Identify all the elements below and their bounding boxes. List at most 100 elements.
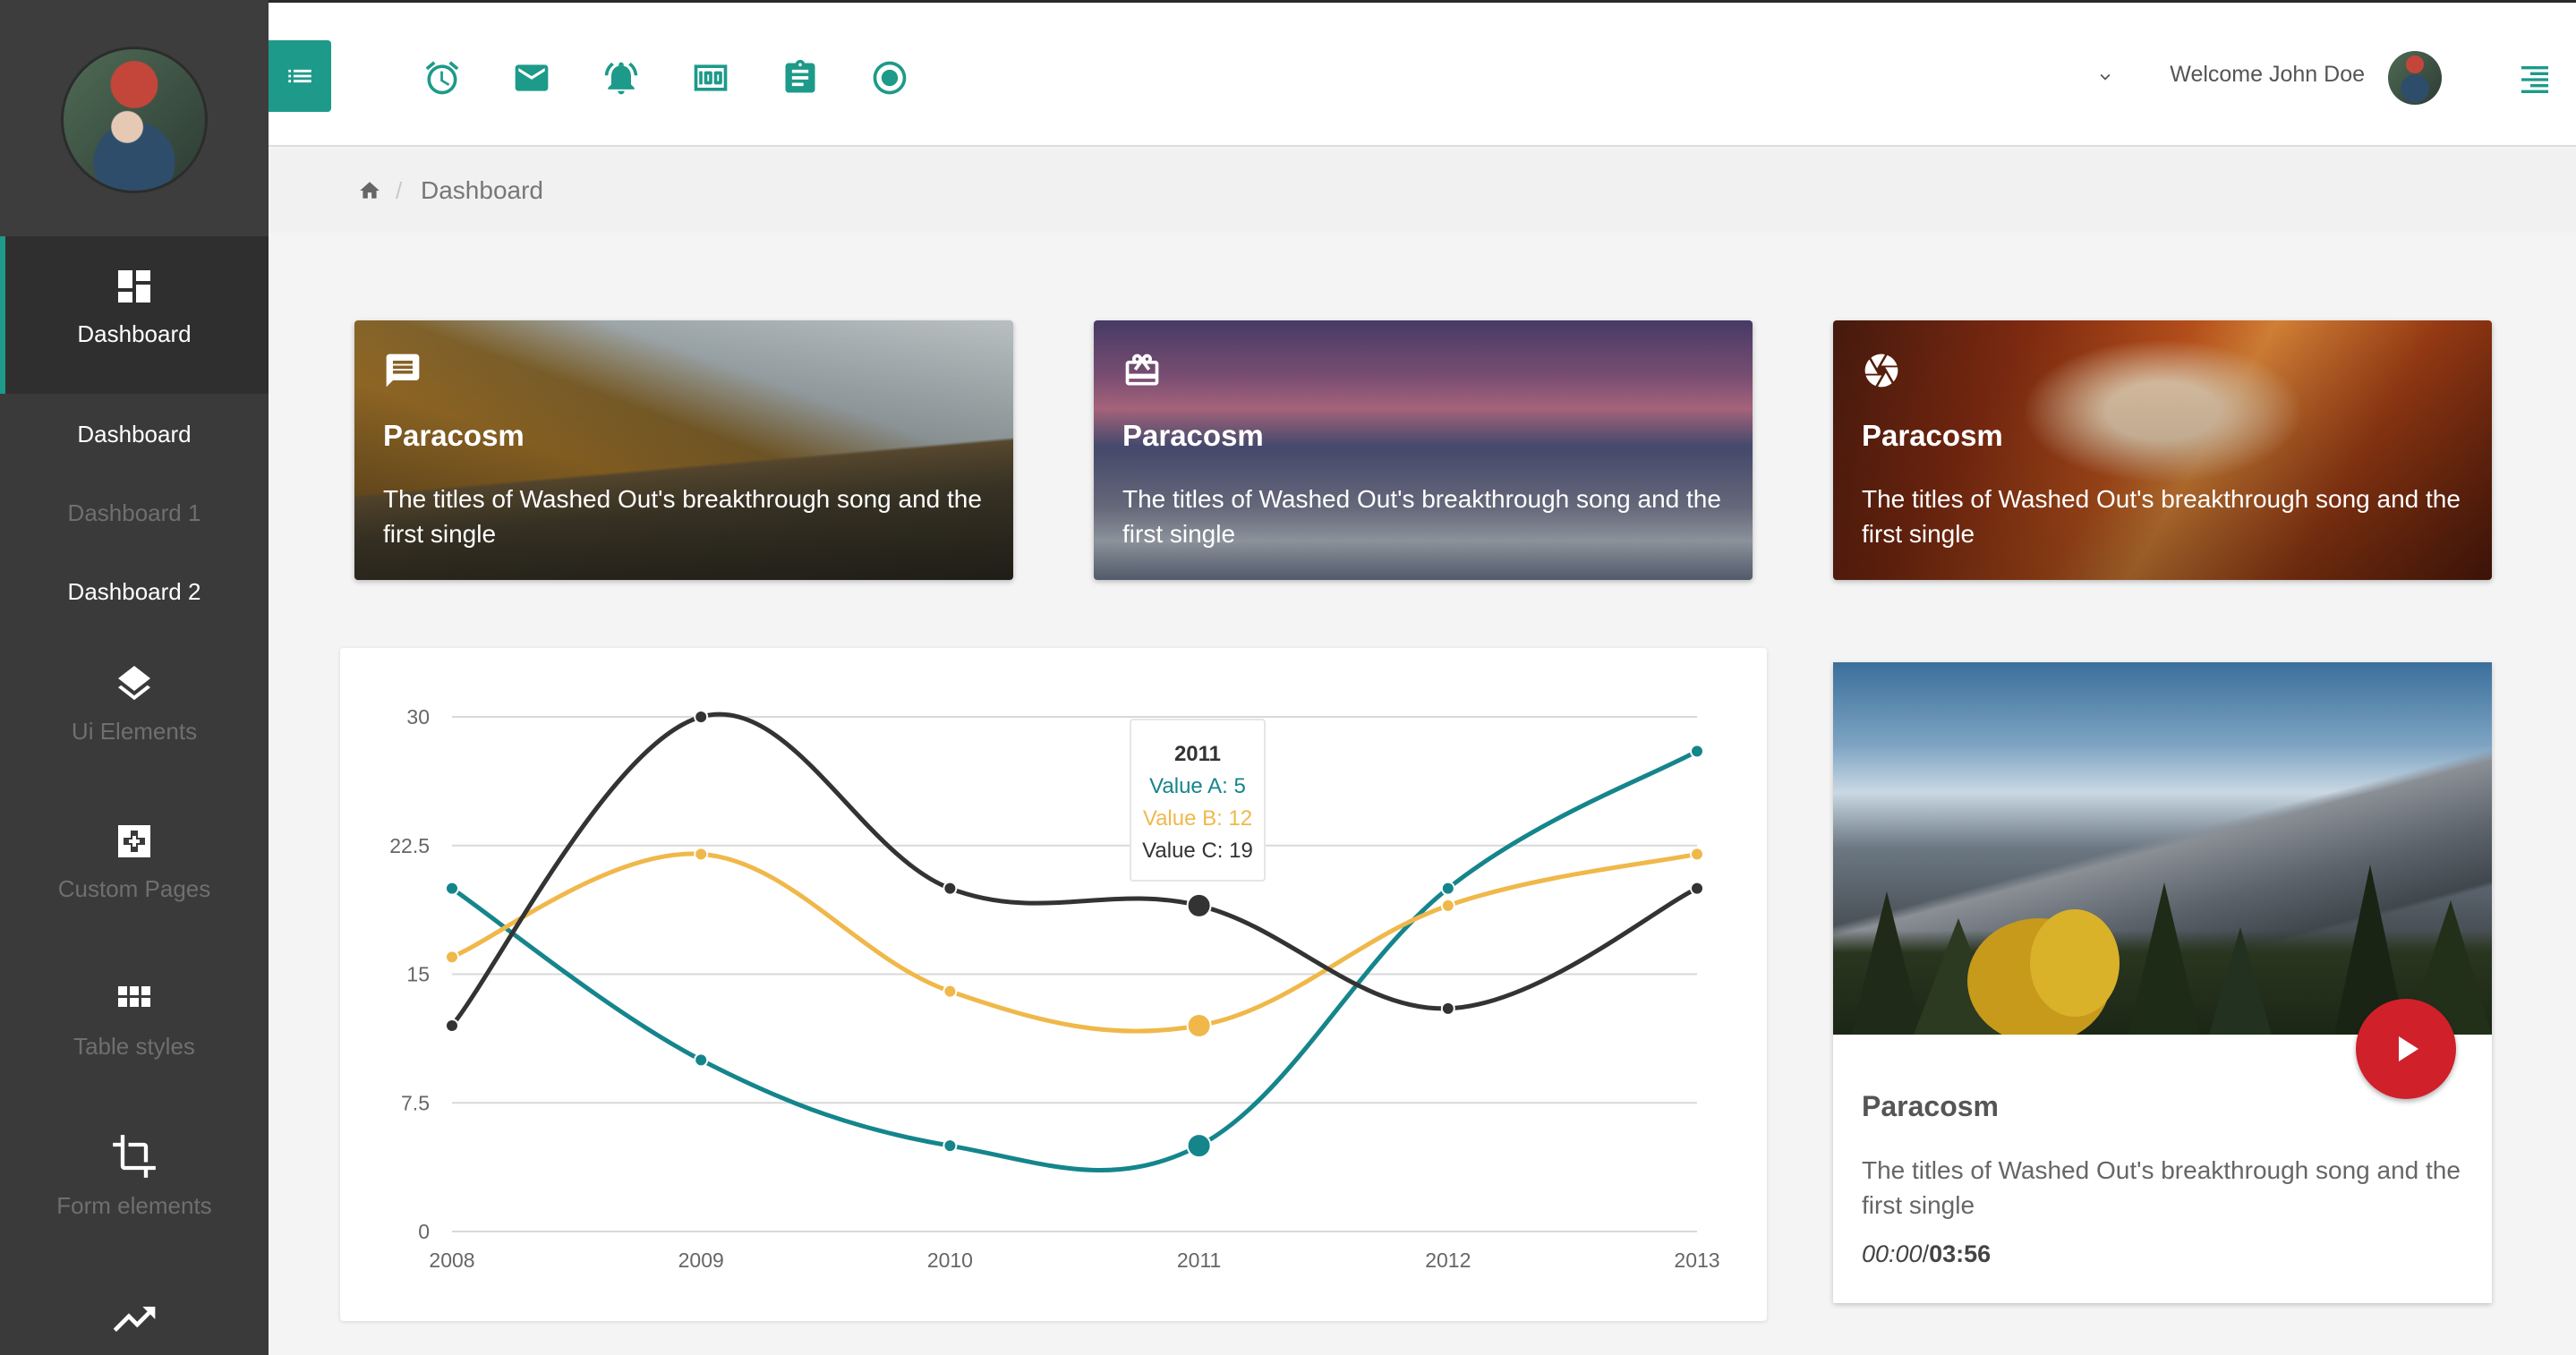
trending-up-icon [113,1307,156,1332]
breadcrumb-separator: / [396,177,403,204]
video-description: The titles of Washed Out's breakthrough … [1862,1156,2461,1219]
card-title: Paracosm [1862,419,2003,452]
crop-icon [113,1135,156,1178]
data-point [1690,847,1704,862]
x-tick-label: 2013 [1674,1248,1719,1272]
record-button[interactable] [870,58,909,98]
avatar[interactable] [61,47,208,193]
clipboard-button[interactable] [780,58,820,98]
video-time-separator: / [1922,1240,1930,1267]
data-point [943,1138,958,1154]
align-right-menu-icon[interactable] [2517,62,2553,98]
sidebar-subitem-dashboard[interactable]: Dashboard [0,421,269,448]
breadcrumb-current: Dashboard [421,176,543,204]
play-button[interactable] [2356,999,2456,1099]
y-tick-label: 30 [406,705,430,729]
card-text: The titles of Washed Out's breakthrough … [1862,485,2461,548]
home-icon[interactable] [358,179,381,202]
sidebar-subitem-dashboard-2[interactable]: Dashboard 2 [0,578,269,606]
x-tick-label: 2009 [678,1248,724,1272]
card-giftcard-icon [1125,354,1159,386]
image-card[interactable]: Paracosm The titles of Washed Out's brea… [1094,320,1753,580]
video-title: Paracosm [1862,1090,1999,1122]
avatar[interactable] [2388,51,2442,105]
x-tick-label: 2010 [927,1248,973,1272]
x-tick-label: 2011 [1177,1248,1221,1272]
series-line-2 [451,851,1698,1034]
data-point [1690,744,1704,759]
sidebar-item-dashboard[interactable]: Dashboard [0,265,269,348]
tooltip-value-b: Value B: 12 [1142,806,1253,831]
sidebar-item-label: Form elements [56,1192,212,1219]
sidebar-subitem-dashboard-1[interactable]: Dashboard 1 [0,499,269,527]
data-point [445,881,459,896]
video-time: 00:00/03:56 [1862,1240,1991,1268]
bell-icon [604,62,638,95]
series-line-1 [450,749,1699,1172]
sidebar-item-label: Table styles [73,1033,195,1060]
puzzle-icon [118,825,150,857]
breadcrumb: / Dashboard [269,149,2576,233]
data-point [1690,881,1704,896]
data-point [694,1052,709,1068]
list-icon [288,69,311,83]
tooltip-title: 2011 [1173,742,1222,766]
sidebar-item-form-elements[interactable]: Form elements [0,1133,269,1220]
x-tick-label: 2012 [1425,1248,1471,1272]
series-line-3 [450,712,1699,1027]
sidebar-item-custom-pages[interactable]: Custom Pages [0,820,269,903]
tooltip-value-c: Value C: 19 [1142,839,1253,863]
y-tick-label: 7.5 [401,1091,430,1114]
mail-icon [515,64,549,91]
data-point [445,1018,459,1033]
chart-tooltip: 2011 Value A: 5 Value B: 12 Value C: 19 [1130,719,1266,882]
y-tick-label: 22.5 [389,834,430,857]
image-card[interactable]: Paracosm The titles of Washed Out's brea… [354,320,1013,580]
record-icon [873,61,907,95]
sidebar-item-charts[interactable] [0,1294,269,1344]
data-point [445,950,459,965]
alarm-icon [425,61,459,95]
menu-toggle-button[interactable] [269,40,331,112]
y-tick-label: 0 [418,1220,430,1243]
image-card[interactable]: Paracosm The titles of Washed Out's brea… [1833,320,2492,580]
video-total-time: 03:56 [1929,1240,1992,1267]
card-title: Paracosm [1122,419,1264,452]
topbar: Welcome John Doe [269,0,2576,147]
tooltip-value-a: Value A: 5 [1149,774,1246,798]
money-button[interactable] [691,58,730,98]
sidebar-item-table-styles[interactable]: Table styles [0,977,269,1061]
sidebar-item-ui-elements[interactable]: Ui Elements [0,662,269,746]
data-point [1440,1001,1455,1016]
alarm-button[interactable] [422,58,462,98]
card-title: Paracosm [383,419,525,452]
line-chart[interactable]: 0 7.5 15 22.5 30 2008 2009 2010 2011 2012 2013 [340,648,1767,1321]
video-card: Paracosm The titles of Washed Out's brea… [1833,662,2492,1303]
grid-icon [118,986,150,1007]
chevron-down-icon[interactable] [2095,67,2115,87]
data-point [1186,1133,1212,1159]
card-text: The titles of Washed Out's breakthrough … [1122,485,1721,548]
card-text: The titles of Washed Out's breakthrough … [383,485,982,548]
sidebar: Dashboard Dashboard Dashboard 1 Dashboar… [0,0,269,1355]
data-point [1440,898,1455,913]
video-thumbnail[interactable] [1833,662,2492,1035]
notifications-button[interactable] [601,58,641,98]
camera-shutter-icon [1864,354,1898,388]
sidebar-profile [0,0,269,236]
message-icon [386,354,420,388]
clipboard-icon [785,59,815,93]
dashboard-icon [118,270,150,303]
money-icon [694,64,728,91]
welcome-text[interactable]: Welcome John Doe [2170,62,2365,88]
data-point [1186,1013,1212,1038]
data-point [1186,892,1212,918]
data-point [943,984,958,999]
data-point [694,710,709,724]
mail-button[interactable] [512,58,551,98]
data-point [1440,881,1455,896]
y-tick-label: 15 [406,963,430,986]
video-current-time: 00:00 [1862,1240,1923,1267]
data-point [943,881,958,896]
sidebar-item-label: Dashboard [77,320,192,347]
